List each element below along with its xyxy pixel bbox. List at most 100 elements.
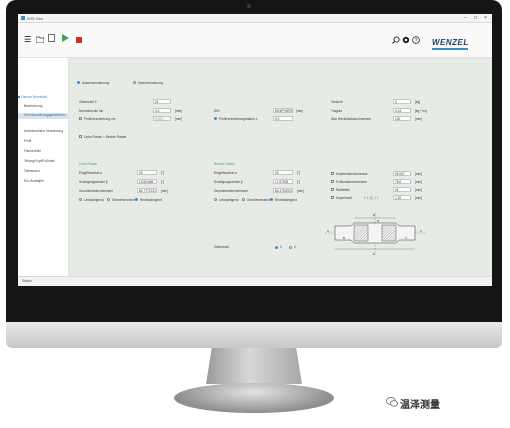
root-diameter-unit: [mm]: [415, 180, 423, 184]
close-button[interactable]: ×: [484, 14, 487, 22]
sidebar-item-label: Bezeichnung: [24, 104, 43, 108]
root-diameter-checkbox[interactable]: [331, 180, 334, 183]
root-diameter-label: Fußkreisdurchmesser: [336, 179, 367, 184]
left-flank-title: Linke Flanke: [79, 162, 98, 166]
menu-icon[interactable]: ☰: [24, 35, 31, 45]
help-icon[interactable]: ?: [412, 36, 420, 46]
diagram-label-a: A: [327, 229, 329, 233]
left-base-diameter-input[interactable]: 84.777123144: [137, 188, 157, 193]
right-dir-left-radio[interactable]: [214, 198, 217, 201]
normal-module-input[interactable]: 4.0: [153, 108, 171, 113]
sidebar: Flansch Bereitstell Bezeichnung Grundson…: [18, 58, 74, 276]
sidebar-item-pitch[interactable]: Teilung/Kopf/Fußkreis: [18, 159, 74, 163]
profile-shift-input[interactable]: 0.000: [153, 116, 171, 121]
chamfer-extra: 1 1 (3) 1 1: [364, 195, 379, 200]
sidebar-item-flange[interactable]: Flansch Bereitstell: [18, 95, 68, 99]
flank-equal-checkbox[interactable]: [79, 135, 82, 138]
tip-diameter-label: Kopfkreisdurchmesser: [336, 171, 368, 176]
sidebar-item-profile[interactable]: Profil: [18, 139, 74, 143]
sidebar-item-basic-params[interactable]: Grundsonderungsgabebenen: [18, 113, 74, 119]
profile-shift-factor-radio[interactable]: [214, 117, 217, 120]
root-diameter-input[interactable]: 78.0: [393, 179, 411, 184]
right-pressure-angle-input[interactable]: 20: [273, 170, 293, 175]
profile-shift-checkbox[interactable]: [79, 117, 82, 120]
weight-input[interactable]: 0: [393, 99, 411, 104]
count-2-radio[interactable]: [289, 245, 292, 249]
right-dir-right-label: Rechtssteigend: [275, 197, 297, 202]
sidebar-item-label: Flankenlinie: [24, 149, 42, 153]
right-dir-right-radio[interactable]: [270, 198, 273, 201]
inertia-input[interactable]: 0.04: [393, 108, 411, 113]
right-dir-straight-radio[interactable]: [242, 198, 245, 201]
sidebar-item-label: Grundsonderungsgabebenen: [24, 113, 66, 117]
face-width-input[interactable]: 41: [393, 187, 411, 192]
left-helix-angle-input[interactable]: 13.50/468: [137, 179, 157, 184]
teeth-count-input[interactable]: 21: [153, 99, 171, 104]
sidebar-item-label: Toleranzen: [24, 169, 40, 173]
weight-unit: [kg]: [415, 100, 421, 104]
left-dir-right-radio[interactable]: [135, 198, 138, 201]
webcam: [247, 4, 251, 8]
tip-diameter-checkbox[interactable]: [331, 172, 334, 175]
internal-gear-radio[interactable]: [133, 81, 136, 84]
status-bar: Status: [18, 276, 492, 286]
right-dir-left-label: Linkssteigend: [219, 197, 239, 202]
chamfer-checkbox[interactable]: [331, 196, 334, 199]
left-pressure-angle-input[interactable]: 20: [137, 170, 157, 175]
right-helix-angle-label: Schrägungswinkel β: [214, 180, 243, 184]
normal-module-label: Normalmodul mn: [79, 109, 104, 113]
monitor-stand-base: [174, 383, 334, 413]
sidebar-item-tolerances[interactable]: Toleranzen: [18, 169, 74, 173]
diagram-label-b2: B: [343, 236, 345, 240]
count-1-label: 1: [280, 245, 282, 249]
app-icon: [21, 16, 25, 20]
count-label: Zähnezahl: [214, 245, 229, 249]
sidebar-item-interrupted-teeth[interactable]: Unterbrochene Verzahnung: [18, 129, 74, 133]
svg-text:?: ?: [415, 38, 418, 44]
diagram-label-b: b: [420, 229, 422, 233]
profile-shift-label: Profilverschiebung xm: [84, 116, 116, 121]
stop-icon[interactable]: [76, 35, 82, 45]
maximize-button[interactable]: □: [474, 14, 477, 22]
left-dir-straight-radio[interactable]: [107, 198, 110, 201]
brand-underline: [432, 48, 468, 50]
sidebar-item-flank-line[interactable]: Flankenlinie: [18, 149, 74, 153]
face-width-checkbox[interactable]: [331, 188, 334, 191]
din-input[interactable]: DIN/PHDP867: [273, 108, 293, 113]
left-dir-left-label: Linkssteigend: [84, 197, 104, 202]
search-icon[interactable]: [392, 36, 400, 46]
sidebar-item-runout[interactable]: Ein-/Ausfalpfe: [18, 179, 74, 183]
left-base-diameter-unit: [mm]: [161, 189, 169, 193]
din-label: DIN: [214, 109, 220, 113]
diagram-label-d: D: [373, 213, 376, 217]
minimize-button[interactable]: –: [464, 14, 467, 22]
play-icon[interactable]: [62, 34, 69, 44]
right-helix-angle-input[interactable]: 17.87933: [273, 179, 293, 184]
normal-module-unit: [mm]: [175, 109, 183, 113]
external-gear-radio[interactable]: [77, 81, 80, 84]
chamfer-unit: [mm]: [415, 196, 423, 200]
sidebar-item-label: Teilung/Kopf/Fußkreis: [24, 159, 55, 163]
face-width-unit: [mm]: [415, 188, 423, 192]
tip-diameter-input[interactable]: 92.007: [393, 171, 411, 176]
internal-gear-label: Innenverzahnung: [138, 80, 163, 85]
chamfer-label: Kapselmaß: [336, 195, 353, 200]
profile-shift-factor-input[interactable]: 0.0: [273, 116, 293, 121]
right-base-diameter-input[interactable]: 84.4792000: [273, 188, 293, 193]
title-bar: WIS Gen – □ ×: [18, 14, 492, 23]
monitor-stand-neck: [206, 348, 302, 384]
gear-icon[interactable]: [402, 36, 410, 46]
sidebar-item-designation[interactable]: Bezeichnung: [18, 104, 74, 108]
chamfer-input[interactable]: 1.20: [393, 195, 411, 200]
folder-icon[interactable]: [35, 35, 45, 45]
toolbar: ☰ ? WENZEL: [18, 23, 492, 58]
max-diameter-input[interactable]: 130: [393, 116, 411, 121]
new-document-icon[interactable]: [48, 34, 55, 44]
left-dir-straight-label: Geradeverzahnt: [112, 197, 135, 202]
profile-shift-factor-label: Profilverschiebungsfaktor x: [219, 116, 258, 121]
right-pressure-angle-label: Eingriffswinkel α: [214, 171, 238, 175]
count-1-radio[interactable]: [275, 245, 278, 249]
right-helix-angle-unit: [°]: [297, 180, 301, 184]
left-dir-left-radio[interactable]: [79, 198, 82, 201]
right-flank-title: Rechte Flanke: [214, 162, 235, 166]
